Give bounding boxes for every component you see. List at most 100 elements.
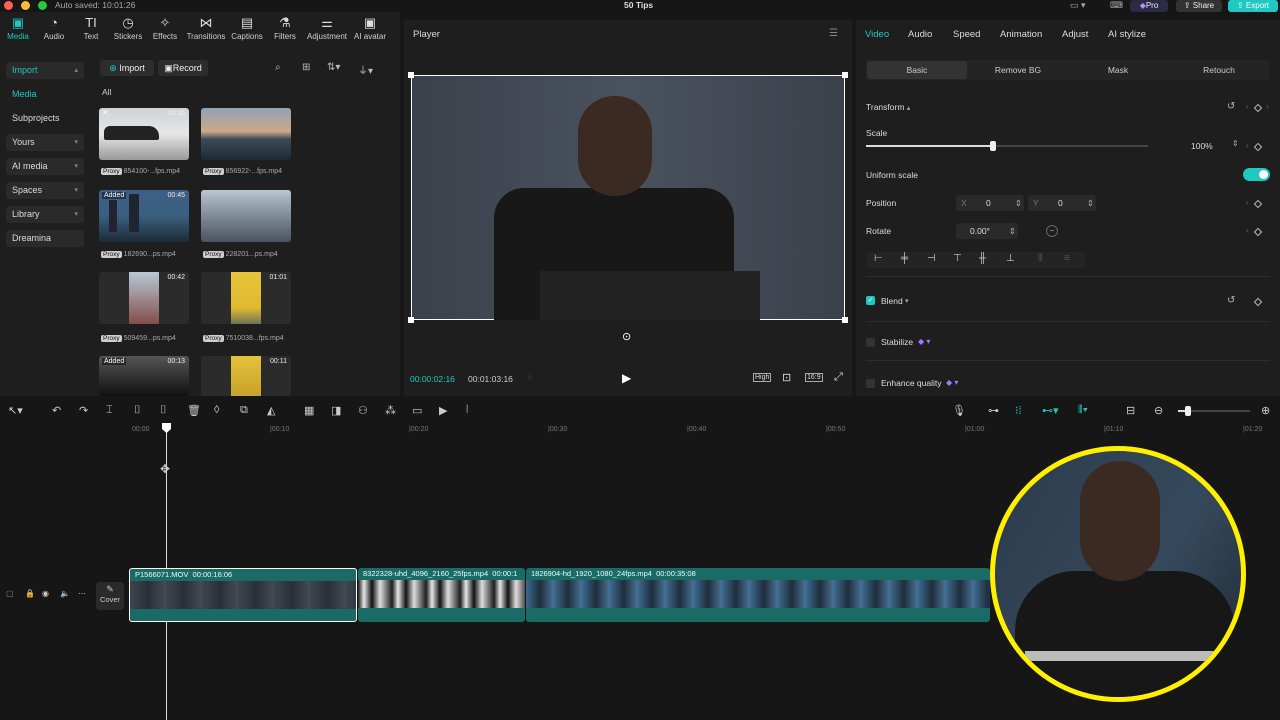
- subtab-mask[interactable]: Mask: [1068, 61, 1168, 79]
- position-y-field[interactable]: Y 0 ⇕: [1028, 195, 1096, 211]
- magnet-icon[interactable]: ⁝⁞: [1015, 404, 1022, 417]
- toolbar-adjustment[interactable]: ⚌ Adjustment: [305, 14, 349, 48]
- grid-view-icon[interactable]: ⊞: [302, 62, 310, 73]
- blend-label[interactable]: Blend: [881, 296, 903, 306]
- chevron-down-icon[interactable]: ▾: [905, 297, 909, 305]
- snap-icon[interactable]: ⊷▾: [1042, 404, 1059, 417]
- media-thumbnail[interactable]: 01:01: [201, 272, 291, 324]
- keyboard-icon[interactable]: ⌨: [1110, 0, 1123, 11]
- import-button[interactable]: ⊕ Import: [100, 60, 154, 76]
- align-left-icon[interactable]: ⊢: [874, 253, 883, 264]
- redo-icon[interactable]: ↷: [79, 404, 88, 417]
- more-icon[interactable]: ⋯: [78, 589, 86, 598]
- speed-icon[interactable]: ◭: [267, 404, 275, 417]
- keyframe-icon[interactable]: [1253, 142, 1263, 152]
- uniform-scale-toggle[interactable]: [1243, 168, 1270, 181]
- zoom-out-icon[interactable]: ⊖: [1154, 404, 1163, 417]
- zoom-slider-knob[interactable]: [1185, 406, 1191, 416]
- marker-icon[interactable]: ◊: [214, 404, 219, 416]
- tab-audio[interactable]: Audio: [908, 29, 932, 40]
- sort-icon[interactable]: ⇅▾: [327, 62, 340, 73]
- prev-keyframe-icon[interactable]: ‹: [1246, 102, 1249, 111]
- stabilize-label[interactable]: Stabilize: [881, 337, 913, 347]
- prev-keyframe-icon[interactable]: ‹: [1246, 141, 1249, 150]
- ratio-button[interactable]: 16:9: [805, 373, 823, 382]
- distribute-h-icon[interactable]: ⦀: [1038, 253, 1042, 264]
- split-right-icon[interactable]: ⌷: [160, 404, 167, 417]
- rotate-dial-icon[interactable]: –: [1046, 225, 1058, 237]
- search-icon[interactable]: ⌕: [275, 62, 281, 73]
- resize-handle[interactable]: [408, 72, 414, 78]
- preview-axis-icon[interactable]: ⫴▾: [1078, 404, 1088, 417]
- stepper-icon[interactable]: ⇕: [1009, 223, 1016, 239]
- sidebar-item-media[interactable]: Media: [6, 86, 84, 103]
- media-thumbnail[interactable]: [201, 108, 291, 160]
- pro-button[interactable]: ◆Pro: [1130, 0, 1168, 12]
- subtab-basic[interactable]: Basic: [867, 61, 967, 79]
- blend-checkbox[interactable]: ✓: [866, 296, 875, 305]
- keyframe-icon[interactable]: [1253, 199, 1263, 209]
- speaker-icon[interactable]: 🔈: [60, 589, 70, 598]
- align-right-icon[interactable]: ⊣: [927, 253, 936, 264]
- media-thumbnail[interactable]: 00:16 ✕: [99, 108, 189, 160]
- timeline-clip[interactable]: 1826904-hd_1920_1080_24fps.mp4 00:00:35:…: [526, 568, 990, 622]
- enhance-quality-checkbox[interactable]: [866, 379, 875, 388]
- sidebar-item-subprojects[interactable]: Subprojects: [6, 110, 84, 127]
- media-thumbnail[interactable]: Added 00:45: [99, 190, 189, 242]
- keyframe-icon[interactable]: [1253, 297, 1263, 307]
- rotate-handle-icon[interactable]: ⊙: [622, 330, 631, 343]
- align-center-h-icon[interactable]: ╪: [901, 253, 908, 264]
- waveform-icon[interactable]: ⦙⦙: [528, 373, 532, 383]
- resize-handle[interactable]: [842, 72, 848, 78]
- media-thumbnail[interactable]: Added 00:13: [99, 356, 189, 396]
- reset-icon[interactable]: ↺: [1227, 295, 1235, 306]
- toolbar-ai-avatar[interactable]: ▣ AI avatar: [348, 14, 392, 48]
- magic-icon[interactable]: ⁂: [385, 404, 396, 417]
- caption-box-icon[interactable]: ▭: [412, 404, 422, 417]
- person-icon[interactable]: ⚇: [358, 404, 368, 417]
- resize-handle[interactable]: [408, 317, 414, 323]
- fullscreen-icon[interactable]: ⤢: [834, 371, 843, 384]
- subtab-remove-bg[interactable]: Remove BG: [968, 61, 1068, 79]
- fit-icon[interactable]: ⊟: [1126, 404, 1135, 417]
- sidebar-item-library[interactable]: Library ▾: [6, 206, 84, 223]
- split-left-icon[interactable]: ⌷: [134, 404, 141, 417]
- undo-icon[interactable]: ↶: [52, 404, 61, 417]
- sidebar-item-dreamina[interactable]: Dreamina: [6, 230, 84, 247]
- tab-ai-stylize[interactable]: AI stylize: [1108, 29, 1146, 40]
- transform-section[interactable]: Transform ▴: [866, 102, 910, 112]
- freeze-icon[interactable]: ▦: [304, 404, 314, 417]
- tab-video[interactable]: Video: [865, 29, 889, 40]
- record-button[interactable]: ▣Record: [158, 60, 208, 76]
- mirror-icon[interactable]: ◨: [331, 404, 341, 417]
- tab-animation[interactable]: Animation: [1000, 29, 1042, 40]
- microphone-icon[interactable]: 🎙: [952, 404, 966, 417]
- toolbar-effects[interactable]: ✧ Effects: [143, 14, 187, 48]
- media-thumbnail[interactable]: 00:42: [99, 272, 189, 324]
- enhance-quality-label[interactable]: Enhance quality: [881, 378, 942, 388]
- keyframe-icon[interactable]: [1253, 103, 1263, 113]
- quality-button[interactable]: High: [753, 373, 772, 382]
- layout-icon[interactable]: ▭ ▾: [1070, 0, 1086, 11]
- keyframe-icon[interactable]: [1253, 227, 1263, 237]
- eye-icon[interactable]: ◉: [42, 589, 49, 598]
- snapshot-icon[interactable]: ⊡: [782, 371, 791, 384]
- play-icon[interactable]: ▶: [622, 371, 631, 385]
- crop-icon[interactable]: ⧉: [240, 404, 248, 417]
- stepper-icon[interactable]: ⇕: [1015, 195, 1022, 211]
- maximize-window-icon[interactable]: [38, 1, 47, 10]
- subtab-retouch[interactable]: Retouch: [1169, 61, 1269, 79]
- align-center-v-icon[interactable]: ╫: [979, 253, 986, 264]
- scale-slider[interactable]: [866, 141, 1148, 151]
- split-icon[interactable]: ⌶: [106, 404, 113, 417]
- media-thumbnail[interactable]: 00:11: [201, 356, 291, 396]
- distribute-v-icon[interactable]: ≡: [1064, 253, 1070, 264]
- select-tool-icon[interactable]: ↖▾: [8, 404, 23, 417]
- video-preview[interactable]: [408, 72, 848, 323]
- timeline-clip[interactable]: P1566071.MOV 00:00:16:06: [129, 568, 357, 622]
- reset-icon[interactable]: ↺: [1227, 101, 1235, 112]
- scale-stepper-icon[interactable]: ⇕: [1232, 139, 1239, 148]
- timeline-clip[interactable]: 8322328-uhd_4096_2160_25fps.mp4 00:00:1: [358, 568, 525, 622]
- rotate-field[interactable]: 0.00° ⇕: [956, 223, 1018, 239]
- sidebar-item-import[interactable]: Import ▴: [6, 62, 84, 79]
